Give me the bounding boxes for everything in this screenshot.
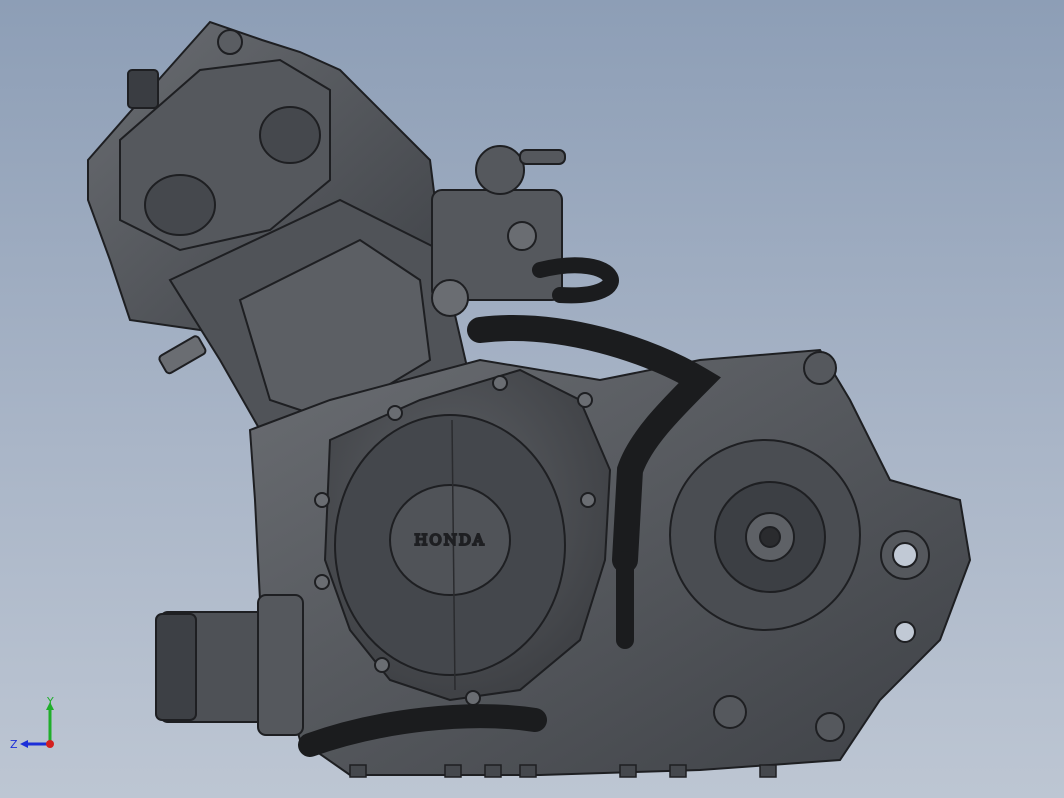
engine-3d-model[interactable]: HONDA (0, 0, 1064, 798)
x-axis-point (46, 740, 54, 748)
z-axis-label: Z (10, 738, 18, 751)
throttle-body (431, 145, 566, 317)
coordinate-triad: Y Z (10, 696, 54, 751)
oil-filter (155, 594, 304, 736)
honda-logo: HONDA (414, 531, 485, 549)
cad-graphics-viewport[interactable]: HONDA Y Z (0, 0, 1064, 798)
y-axis-label: Y (46, 696, 54, 708)
